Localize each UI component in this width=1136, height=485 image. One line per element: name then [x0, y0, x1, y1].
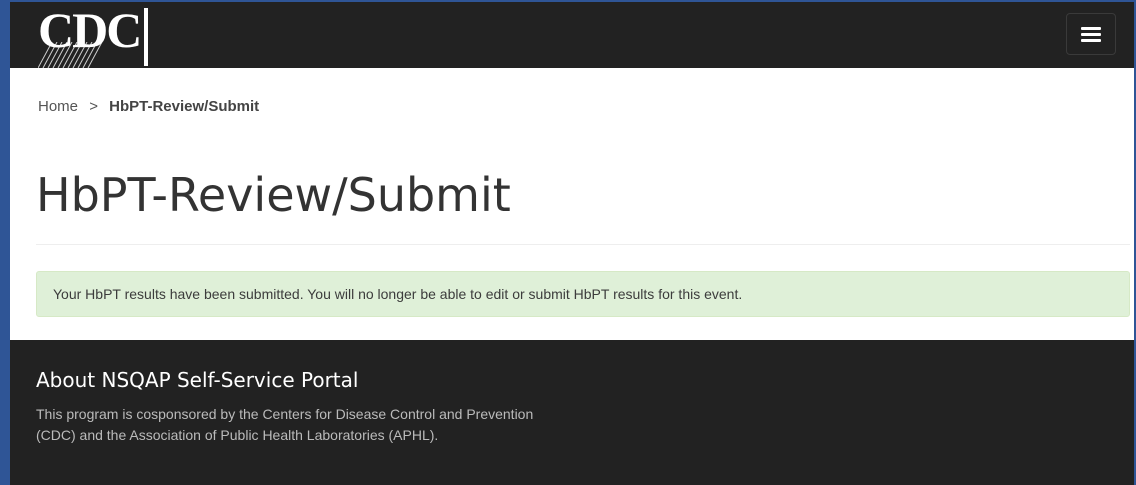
- breadcrumb-current: HbPT-Review/Submit: [109, 98, 260, 115]
- cdc-logo[interactable]: CDC: [38, 2, 149, 68]
- alert-message: Your HbPT results have been submitted. Y…: [53, 286, 743, 302]
- breadcrumb-home-link[interactable]: Home: [38, 98, 78, 115]
- breadcrumb: Home > HbPT-Review/Submit: [38, 98, 259, 115]
- browser-frame: CDC Home > HbPT-Review/Submit HbPT-Revie…: [0, 0, 1136, 485]
- success-alert: Your HbPT results have been submitted. Y…: [36, 271, 1130, 317]
- logo-text: CDC: [38, 2, 142, 58]
- footer: About NSQAP Self-Service Portal This pro…: [10, 340, 1134, 485]
- footer-heading: About NSQAP Self-Service Portal: [36, 368, 359, 392]
- page-title: HbPT-Review/Submit: [36, 168, 511, 222]
- footer-description: This program is cosponsored by the Cente…: [36, 406, 534, 443]
- title-divider: [36, 244, 1130, 245]
- hamburger-menu-button[interactable]: [1066, 13, 1116, 55]
- breadcrumb-separator: >: [89, 98, 98, 115]
- hamburger-menu-icon: [1081, 27, 1101, 30]
- hamburger-menu-icon-line: [1081, 33, 1101, 36]
- navbar: CDC: [10, 2, 1134, 68]
- hamburger-menu-icon-line: [1081, 39, 1101, 42]
